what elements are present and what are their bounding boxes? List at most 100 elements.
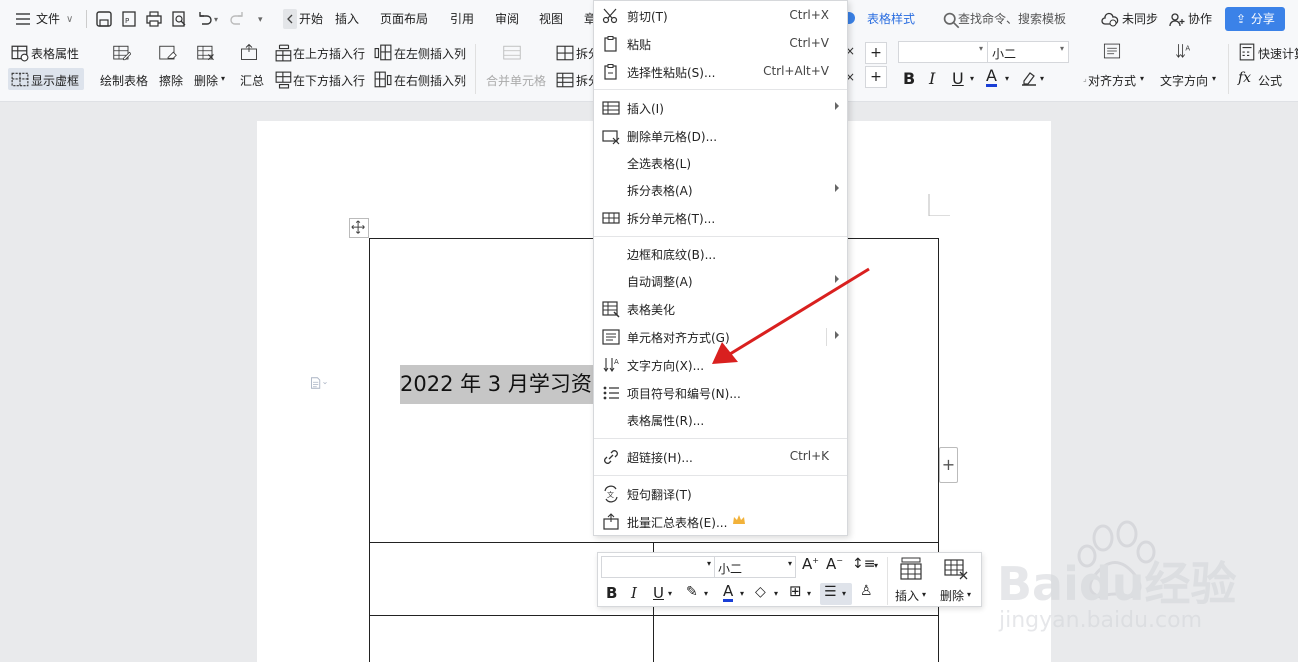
undo-icon[interactable] (195, 10, 213, 28)
mini-align-button[interactable]: ☰ ▾ (820, 583, 852, 605)
tab-view[interactable]: 视图 (539, 10, 563, 27)
menu-item-table-properties[interactable]: 表格属性(R)... (594, 407, 847, 433)
group-expand-icon[interactable]: ⌟ (462, 74, 466, 83)
print-icon[interactable] (145, 10, 163, 28)
group-expand-icon[interactable]: ⌟ (1083, 74, 1087, 83)
menu-item-batch-summary[interactable]: 批量汇总表格(E)... (594, 509, 847, 535)
text-direction-button[interactable]: 文字方向 (1160, 72, 1208, 89)
delete-table-icon[interactable] (197, 44, 221, 66)
tab-table-style[interactable]: 表格样式 (867, 10, 915, 27)
collaborate-icon[interactable] (1168, 11, 1186, 29)
formula-button[interactable]: 公式 (1258, 72, 1282, 89)
summary-icon[interactable] (240, 43, 264, 67)
mini-border-icon[interactable]: ⊞ (789, 582, 802, 600)
mini-underline-button[interactable]: U (653, 584, 664, 602)
chevron-down-icon[interactable]: ▾ (704, 589, 708, 598)
mini-insert-icon[interactable] (898, 557, 924, 581)
menu-item-bullets[interactable]: 项目符号和编号(N)... (594, 380, 847, 406)
insert-col-left-button[interactable]: 在左侧插入列 (394, 45, 466, 62)
menu-item-split-cell[interactable]: 拆分单元格(T)... (594, 205, 847, 231)
decrease-font-icon[interactable]: A− (826, 555, 843, 573)
align-icon[interactable] (1103, 42, 1129, 68)
align-button[interactable]: 对齐方式 (1088, 72, 1136, 89)
tab-references[interactable]: 引用 (450, 10, 474, 27)
draw-table-icon[interactable] (113, 44, 137, 66)
mini-shading-icon[interactable]: ◇ (755, 584, 766, 600)
paragraph-layout-icon[interactable] (310, 374, 334, 392)
mini-insert-button[interactable]: 插入 (895, 587, 919, 604)
mini-delete-button[interactable]: 删除 (940, 587, 964, 604)
search-input[interactable]: 查找命令、搜索模板 (958, 10, 1066, 27)
chevron-down-icon[interactable]: ▾ (874, 561, 878, 570)
mini-delete-icon[interactable] (943, 557, 969, 581)
share-button[interactable]: ⇪ 分享 (1225, 7, 1285, 31)
text-direction-icon[interactable]: A (1175, 42, 1201, 68)
mini-bold-button[interactable]: B (606, 584, 617, 602)
mini-font-family-select[interactable]: ▾ (601, 556, 715, 578)
file-menu[interactable]: 文件 (36, 9, 60, 29)
tab-home[interactable]: 开始 (299, 10, 323, 27)
cloud-sync-icon[interactable] (1101, 11, 1119, 29)
search-icon[interactable] (942, 11, 960, 29)
increase-row-height-button[interactable]: + (865, 42, 887, 64)
mini-font-color-button[interactable]: A (723, 583, 734, 602)
scroll-left-icon[interactable] (283, 9, 297, 29)
erase-button[interactable]: 擦除 (159, 72, 183, 89)
redo-icon[interactable] (229, 10, 247, 28)
font-family-select[interactable]: ▾ (898, 41, 988, 63)
table-move-handle[interactable] (349, 218, 369, 238)
format-painter-icon[interactable]: ♙ (860, 583, 873, 599)
chevron-down-icon[interactable]: ▾ (221, 74, 225, 83)
table-properties-button[interactable]: 表格属性 (31, 45, 79, 62)
table-cell-text[interactable]: 2022 年 3 月学习资 (400, 365, 598, 404)
merge-cells-button[interactable]: 合并单元格 (486, 72, 546, 89)
delete-button[interactable]: 删除 (194, 72, 218, 89)
increase-font-icon[interactable]: A+ (802, 555, 819, 573)
menu-item-paste[interactable]: 粘贴 Ctrl+V (594, 31, 847, 57)
undo-dropdown-icon[interactable]: ▾ (214, 10, 218, 30)
collaborate-button[interactable]: 协作 (1188, 10, 1212, 27)
line-spacing-icon[interactable]: ↕≡ (852, 556, 875, 572)
print-preview-icon[interactable] (170, 10, 188, 28)
tab-insert[interactable]: 插入 (335, 10, 359, 27)
chevron-down-icon[interactable]: ▾ (922, 590, 926, 599)
chevron-down-icon[interactable]: ▾ (1005, 74, 1009, 83)
menu-item-split-table[interactable]: 拆分表格(A) (594, 177, 847, 203)
chevron-down-icon[interactable]: ▾ (1212, 74, 1216, 83)
insert-row-below-button[interactable]: 在下方插入行 (293, 72, 365, 89)
menu-item-translate[interactable]: 文 短句翻译(T) (594, 481, 847, 507)
tab-page-layout[interactable]: 页面布局 (380, 10, 428, 27)
menu-icon[interactable] (14, 10, 32, 28)
insert-col-right-button[interactable]: 在右侧插入列 (394, 72, 466, 89)
font-size-select[interactable]: 小二 ▾ (987, 41, 1069, 63)
quick-calc-button[interactable]: 快速计算 (1258, 45, 1298, 62)
bold-button[interactable]: B (903, 69, 915, 88)
menu-item-paste-special[interactable]: 选择性粘贴(S)... Ctrl+Alt+V (594, 59, 847, 85)
chevron-down-icon[interactable]: ▾ (1040, 74, 1044, 83)
menu-item-insert[interactable]: 插入(I) (594, 95, 847, 121)
menu-item-delete-cell[interactable]: 删除单元格(D)... (594, 123, 847, 149)
italic-button[interactable]: I (929, 69, 935, 88)
add-column-button[interactable]: + (939, 447, 958, 483)
summary-button[interactable]: 汇总 (240, 72, 264, 89)
export-pdf-icon[interactable]: P (120, 10, 138, 28)
menu-item-hyperlink[interactable]: 超链接(H)... Ctrl+K (594, 444, 847, 470)
sync-status[interactable]: 未同步 (1122, 10, 1158, 27)
underline-button[interactable]: U (952, 69, 964, 88)
font-color-button[interactable]: A (986, 68, 997, 87)
chevron-down-icon[interactable]: ▾ (668, 589, 672, 598)
chevron-down-icon[interactable]: ▾ (807, 589, 811, 598)
chevron-down-icon[interactable]: ▾ (1140, 74, 1144, 83)
tab-review[interactable]: 审阅 (495, 10, 519, 27)
chevron-down-icon[interactable]: ∨ (66, 10, 73, 30)
chevron-down-icon[interactable]: ▾ (970, 74, 974, 83)
draw-table-button[interactable]: 绘制表格 (100, 72, 148, 89)
insert-row-above-button[interactable]: 在上方插入行 (293, 45, 365, 62)
mini-highlight-icon[interactable]: ✎ (686, 584, 698, 600)
mini-font-size-select[interactable]: 小二 ▾ (714, 556, 796, 578)
menu-item-select-table[interactable]: 全选表格(L) (594, 150, 847, 176)
menu-item-cut[interactable]: 剪切(T) Ctrl+X (594, 3, 847, 29)
merge-cells-icon[interactable] (503, 44, 527, 66)
chevron-down-icon[interactable]: ▾ (774, 589, 778, 598)
highlight-icon[interactable] (1020, 69, 1038, 87)
